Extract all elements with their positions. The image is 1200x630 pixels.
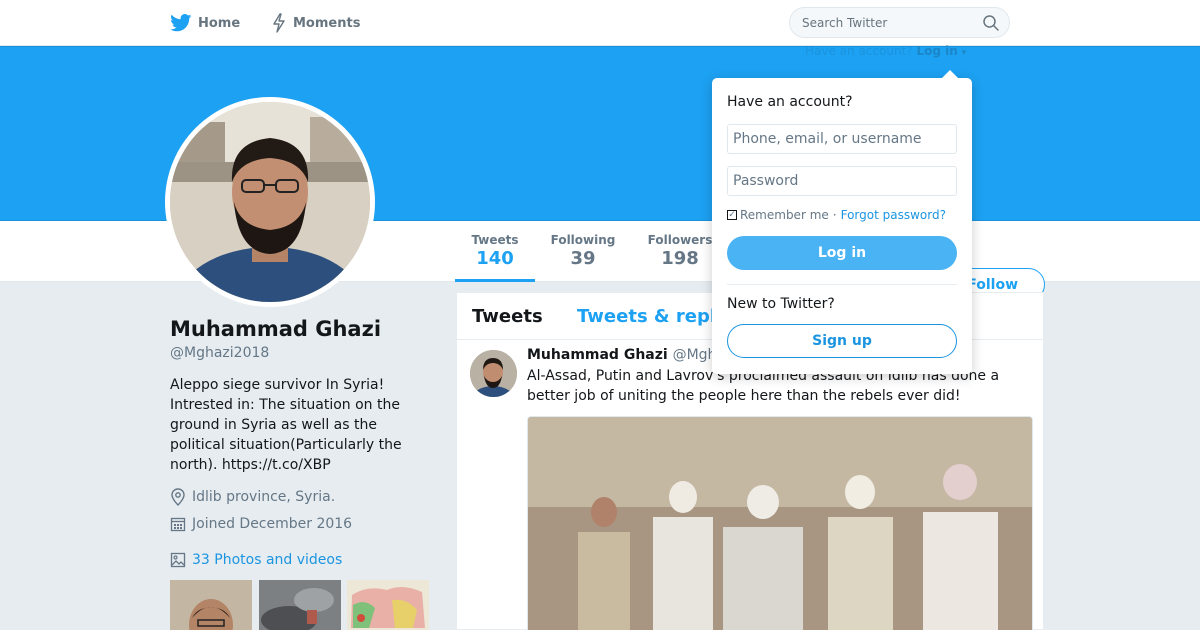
thumbnail-map-image (347, 580, 429, 630)
login-button[interactable]: Log in (727, 236, 957, 270)
login-prompt-text: Have an account? (805, 44, 913, 58)
tab-tweets[interactable]: Tweets (472, 306, 543, 327)
remember-me-checkbox[interactable]: ✓ (727, 210, 737, 220)
tweet-photo-image (528, 417, 1032, 630)
photos-videos-link[interactable]: 33 Photos and videos (170, 552, 342, 568)
lightning-icon (273, 13, 285, 33)
profile-joined-text: Joined December 2016 (192, 516, 353, 532)
login-link[interactable]: Log in (916, 44, 957, 58)
stat-following-label: Following (550, 233, 616, 247)
image-icon (170, 552, 186, 568)
signup-button[interactable]: Sign up (727, 324, 957, 358)
profile-name[interactable]: Muhammad Ghazi (170, 317, 381, 341)
photos-videos-label: 33 Photos and videos (192, 552, 343, 568)
profile-bio: Aleppo siege survivor In Syria! Intreste… (170, 377, 402, 473)
media-thumbnail[interactable] (259, 580, 341, 630)
profile-handle[interactable]: @Mghazi2018 (170, 345, 269, 361)
login-dropdown: Have an account? ✓ Remember me · Forgot … (712, 70, 972, 374)
thumbnail-image (170, 580, 252, 630)
stat-tweets-value: 140 (476, 248, 514, 269)
profile-location: Idlib province, Syria. (170, 488, 335, 506)
tweet-author-name: Muhammad Ghazi (527, 347, 668, 363)
nav-home-label: Home (198, 15, 241, 31)
twitter-bird-icon (170, 14, 192, 32)
dropdown-title: Have an account? (727, 94, 853, 110)
login-prompt: Have an account? Log in ▾ (805, 44, 966, 58)
location-pin-icon (171, 488, 185, 506)
stat-followers-value: 198 (661, 248, 699, 269)
separator: · (832, 208, 837, 222)
remember-me-label[interactable]: Remember me (740, 208, 829, 222)
profile-joined: Joined December 2016 (170, 516, 352, 532)
forgot-password-link[interactable]: Forgot password? (841, 208, 946, 222)
dropdown-divider (727, 284, 957, 285)
tweet-avatar-image (470, 350, 517, 397)
stat-tweets-label: Tweets (471, 233, 519, 247)
media-thumbnail[interactable] (170, 580, 252, 630)
new-to-twitter-text: New to Twitter? (727, 296, 835, 312)
search-icon[interactable] (983, 15, 999, 31)
nav-home[interactable]: Home (170, 0, 240, 46)
calendar-icon (170, 517, 186, 532)
profile-location-text: Idlib province, Syria. (192, 489, 336, 505)
stat-followers[interactable]: Followers 198 (641, 221, 719, 282)
profile-avatar[interactable] (165, 97, 375, 307)
stat-tweets[interactable]: Tweets 140 (455, 221, 535, 282)
tweet-author-avatar[interactable] (470, 350, 517, 397)
remember-row: ✓ Remember me · Forgot password? (727, 208, 946, 222)
avatar-portrait-image (170, 102, 370, 302)
thumbnail-image (259, 580, 341, 630)
stat-followers-label: Followers (647, 233, 713, 247)
dropdown-caret (942, 70, 958, 78)
top-nav: Home Moments (0, 0, 1200, 46)
stat-following-value: 39 (570, 248, 596, 269)
media-thumbnail[interactable] (347, 580, 429, 630)
username-field[interactable] (727, 124, 957, 154)
search-box (789, 7, 1010, 38)
search-input[interactable] (802, 14, 972, 32)
nav-moments[interactable]: Moments (271, 0, 360, 46)
password-field[interactable] (727, 166, 957, 196)
chevron-down-icon: ▾ (961, 48, 967, 58)
stat-following[interactable]: Following 39 (543, 221, 623, 282)
tweet-media[interactable] (527, 416, 1033, 630)
avatar-photo (170, 102, 370, 302)
nav-moments-label: Moments (293, 15, 361, 31)
